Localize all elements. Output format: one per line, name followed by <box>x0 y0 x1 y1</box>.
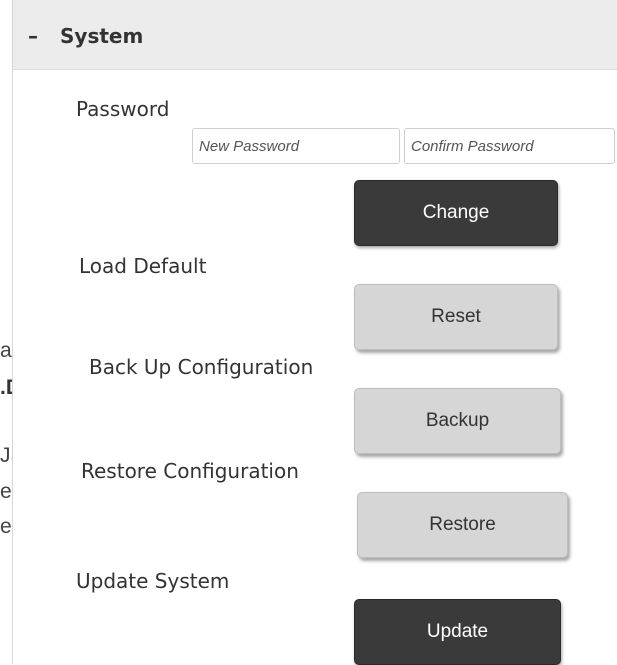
update-button[interactable]: Update <box>354 599 561 665</box>
reset-button[interactable]: Reset <box>354 284 558 350</box>
system-panel-header[interactable]: – System <box>13 0 617 70</box>
restore-config-label: Restore Configuration <box>81 459 299 483</box>
confirm-password-input[interactable] <box>404 128 615 164</box>
new-password-input[interactable] <box>192 128 400 164</box>
password-label: Password <box>76 97 170 121</box>
load-default-label: Load Default <box>79 254 207 278</box>
panel-title: System <box>60 24 144 48</box>
backup-button[interactable]: Backup <box>354 388 561 454</box>
update-system-label: Update System <box>76 569 230 593</box>
backup-config-label: Back Up Configuration <box>89 355 314 379</box>
collapse-icon[interactable]: – <box>28 24 38 48</box>
restore-button[interactable]: Restore <box>357 492 568 558</box>
system-panel: – System Password Change Load Default Re… <box>12 0 617 665</box>
change-password-button[interactable]: Change <box>354 180 558 246</box>
